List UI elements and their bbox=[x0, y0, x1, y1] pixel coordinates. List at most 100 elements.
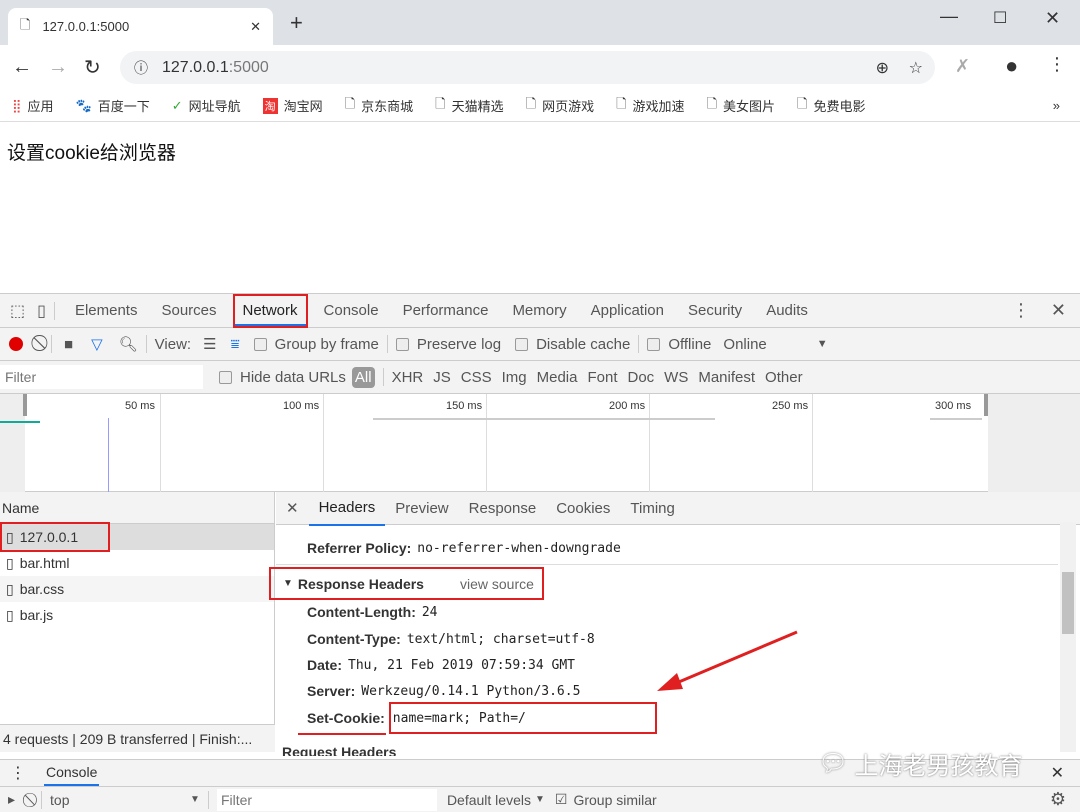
filter-js[interactable]: JS bbox=[433, 369, 451, 386]
maximize-button[interactable]: ☐ bbox=[993, 8, 1007, 28]
search-icon[interactable]: 🔍︎ bbox=[119, 335, 138, 353]
waterfall-view-icon[interactable]: ⩸ bbox=[231, 336, 240, 353]
bookmark-label: 淘宝网 bbox=[283, 99, 323, 114]
filter-xhr[interactable]: XHR bbox=[392, 369, 424, 386]
request-row[interactable]: ▯ bar.js bbox=[0, 602, 274, 628]
list-view-icon[interactable]: ☰ bbox=[203, 335, 216, 353]
bookmark-item[interactable]: 🐾 百度一下 bbox=[76, 96, 150, 115]
bookmark-item[interactable]: 淘淘宝网 bbox=[262, 96, 323, 115]
sidebar-toggle-icon[interactable]: ▸ bbox=[8, 791, 15, 808]
tab-console-drawer[interactable]: Console bbox=[44, 760, 100, 786]
header-row: Server: Werkzeug/0.14.1 Python/3.6.5 bbox=[307, 678, 580, 704]
filter-all[interactable]: All bbox=[351, 366, 375, 388]
close-detail-icon[interactable]: ✕ bbox=[286, 499, 299, 517]
log-levels-select[interactable]: Default levels bbox=[447, 792, 531, 808]
request-row[interactable]: ▯ bar.html bbox=[0, 550, 274, 576]
filter-input[interactable] bbox=[0, 365, 203, 389]
tab-sources[interactable]: Sources bbox=[149, 294, 228, 328]
minimize-button[interactable]: — bbox=[940, 6, 958, 27]
tab-performance[interactable]: Performance bbox=[391, 294, 501, 328]
tab-timing[interactable]: Timing bbox=[620, 500, 684, 517]
response-headers-section[interactable]: ▼ Response Headers view source bbox=[269, 567, 544, 600]
extension-icon[interactable]: ✗ bbox=[955, 56, 970, 77]
filter-css[interactable]: CSS bbox=[461, 369, 492, 386]
chevron-down-icon[interactable]: ▼ bbox=[817, 338, 828, 350]
profile-icon[interactable]: ● bbox=[1005, 53, 1018, 79]
filter-icon[interactable]: ▽ bbox=[91, 335, 103, 353]
preserve-log-checkbox[interactable] bbox=[395, 337, 409, 351]
new-tab-button[interactable]: + bbox=[290, 10, 303, 36]
tab-application[interactable]: Application bbox=[579, 294, 676, 328]
header-row: Content-Length: 24 bbox=[307, 599, 438, 625]
tab-elements[interactable]: Elements bbox=[63, 294, 150, 328]
tab-cookies[interactable]: Cookies bbox=[546, 500, 620, 517]
tab-label: Console bbox=[323, 302, 379, 319]
section-title: Response Headers bbox=[297, 575, 424, 592]
filter-font[interactable]: Font bbox=[587, 369, 617, 386]
bookmark-item[interactable]: 🗋 京东商城 bbox=[345, 95, 413, 117]
more-bookmarks[interactable]: » bbox=[1053, 98, 1060, 113]
request-row[interactable]: ▯ bar.css bbox=[0, 576, 274, 602]
zoom-icon[interactable]: ⊕ bbox=[876, 58, 889, 78]
close-tab-icon[interactable]: ✕ bbox=[250, 19, 261, 35]
bookmark-item[interactable]: ✓ 网址导航 bbox=[172, 96, 241, 115]
bookmark-item[interactable]: 🗋 网页游戏 bbox=[526, 95, 594, 117]
offline-checkbox[interactable] bbox=[647, 337, 661, 351]
device-icon[interactable]: ▯ bbox=[37, 301, 46, 321]
group-by-frame-checkbox[interactable] bbox=[253, 337, 267, 351]
filter-img[interactable]: Img bbox=[502, 369, 527, 386]
inspect-icon[interactable]: ⬚ bbox=[10, 301, 25, 321]
settings-gear-icon[interactable]: ⚙ bbox=[1050, 789, 1066, 810]
tab-console[interactable]: Console bbox=[312, 294, 391, 328]
group-similar-checkbox[interactable]: ☑ bbox=[555, 791, 568, 808]
tab-security[interactable]: Security bbox=[676, 294, 754, 328]
filter-other[interactable]: Other bbox=[765, 369, 803, 386]
drawer-menu-icon[interactable]: ⋮ bbox=[10, 763, 26, 783]
close-window-button[interactable]: ✕ bbox=[1045, 8, 1060, 29]
chevron-down-icon[interactable]: ▼ bbox=[190, 794, 200, 805]
filter-media[interactable]: Media bbox=[537, 369, 578, 386]
close-devtools-icon[interactable]: ✕ bbox=[1051, 300, 1066, 321]
record-button[interactable] bbox=[9, 337, 23, 351]
page-icon: 🗋 bbox=[797, 95, 808, 111]
bookmark-item[interactable]: 🗋 游戏加速 bbox=[616, 95, 684, 117]
tab-audits[interactable]: Audits bbox=[754, 294, 820, 328]
view-source-link[interactable]: view source bbox=[460, 576, 534, 592]
timeline-overview[interactable]: 50 ms 100 ms 150 ms 200 ms 250 ms 300 ms bbox=[0, 394, 1080, 492]
throttle-select[interactable]: Online bbox=[723, 336, 766, 353]
tab-headers[interactable]: Headers bbox=[308, 492, 386, 526]
tab-memory[interactable]: Memory bbox=[500, 294, 578, 328]
back-icon[interactable]: ← bbox=[12, 56, 32, 79]
file-icon: ▯ bbox=[6, 554, 14, 571]
set-cookie-row: Set-Cookie: name=mark; Path=/ bbox=[307, 702, 657, 734]
url-bar[interactable]: ⓘ 127.0.0.1:5000 ⊕ ☆ bbox=[120, 51, 935, 84]
tab-network[interactable]: Network bbox=[232, 293, 308, 328]
bookmark-item[interactable]: 🗋 美女图片 bbox=[707, 95, 775, 117]
bookmark-item[interactable]: 🗋 免费电影 bbox=[797, 95, 865, 117]
reload-icon[interactable]: ↻ bbox=[84, 55, 101, 80]
scrollbar[interactable] bbox=[1060, 522, 1076, 752]
name-column-header[interactable]: Name bbox=[0, 492, 274, 524]
context-select[interactable]: top bbox=[50, 792, 190, 808]
file-icon: ▯ bbox=[6, 580, 14, 597]
filter-doc[interactable]: Doc bbox=[627, 369, 654, 386]
menu-icon[interactable]: ⋮ bbox=[1048, 54, 1066, 75]
bookmark-star-icon[interactable]: ☆ bbox=[909, 58, 923, 78]
request-row[interactable]: ▯ 127.0.0.1 bbox=[0, 522, 274, 552]
disable-cache-checkbox[interactable] bbox=[515, 337, 529, 351]
filter-manifest[interactable]: Manifest bbox=[698, 369, 755, 386]
request-headers-section[interactable]: Request Headers bbox=[282, 744, 396, 756]
request-list: Name ▯ 127.0.0.1 ▯ bar.html ▯ bar.css ▯ bar.… bbox=[0, 492, 275, 752]
tab-preview[interactable]: Preview bbox=[385, 500, 458, 517]
forward-icon[interactable]: → bbox=[48, 56, 68, 79]
filter-ws[interactable]: WS bbox=[664, 369, 688, 386]
close-drawer-icon[interactable]: ✕ bbox=[1051, 763, 1064, 783]
bookmark-item[interactable]: 🗋 天猫精选 bbox=[435, 95, 503, 117]
more-icon[interactable]: ⋮ bbox=[1012, 300, 1030, 321]
console-filter-input[interactable] bbox=[216, 788, 437, 811]
bookmark-apps[interactable]: ⣿ 应用 bbox=[12, 96, 54, 115]
screenshot-camera-icon[interactable]: ■ bbox=[64, 336, 73, 353]
browser-tab[interactable]: 🗋 127.0.0.1:5000 ✕ bbox=[8, 8, 273, 45]
hide-data-urls-checkbox[interactable] bbox=[219, 370, 232, 384]
tab-response[interactable]: Response bbox=[459, 500, 547, 517]
